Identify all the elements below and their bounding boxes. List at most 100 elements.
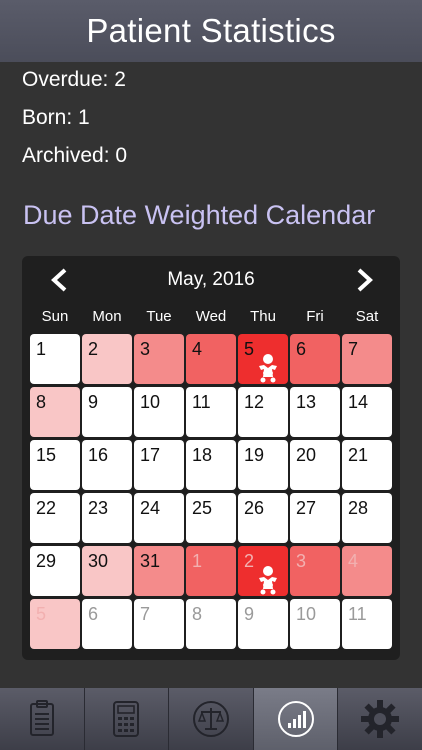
tab-settings[interactable]	[338, 688, 422, 750]
calendar-day-cell[interactable]: 31	[134, 546, 184, 596]
day-number: 1	[36, 339, 47, 359]
calendar-day-cell[interactable]: 3	[134, 334, 184, 384]
day-number: 5	[244, 339, 255, 359]
calendar-title: Due Date Weighted Calendar	[23, 200, 376, 230]
calendar-day-cell[interactable]: 8	[30, 387, 80, 437]
day-number: 9	[88, 392, 99, 412]
calendar-day-cell[interactable]: 5	[238, 334, 288, 384]
page-title: Patient Statistics	[86, 12, 336, 49]
day-number: 5	[36, 604, 47, 624]
next-month-button[interactable]	[352, 268, 376, 292]
overdue-count: Overdue: 2	[22, 68, 126, 91]
weekday-label: Wed	[195, 308, 227, 325]
calendar-day-cell[interactable]: 19	[238, 440, 288, 490]
calendar-day-cell[interactable]: 9	[238, 599, 288, 649]
calendar-day-cell[interactable]: 15	[30, 440, 80, 490]
calendar-day-cell[interactable]: 1	[186, 546, 236, 596]
tab-bar	[0, 688, 422, 750]
archived-count: Archived: 0	[22, 144, 128, 167]
day-number: 6	[88, 604, 99, 624]
day-number: 18	[192, 445, 213, 465]
calendar-day-cell[interactable]: 9	[82, 387, 132, 437]
calendar-day-cell[interactable]: 4	[342, 546, 392, 596]
day-number: 31	[140, 551, 161, 571]
nav-header: Patient Statistics	[0, 0, 422, 62]
calendar-day-cell[interactable]: 30	[82, 546, 132, 596]
tab-patients[interactable]	[0, 688, 85, 750]
day-number: 12	[244, 392, 265, 412]
calendar-day-cell[interactable]: 10	[134, 387, 184, 437]
weekday-label: Tue	[146, 308, 172, 325]
weekday-label: Sat	[355, 308, 379, 325]
calendar-day-cell[interactable]: 28	[342, 493, 392, 543]
day-number: 7	[348, 339, 359, 359]
calendar-day-cell[interactable]: 20	[290, 440, 340, 490]
calendar-day-cell[interactable]: 4	[186, 334, 236, 384]
calendar-day-cell[interactable]: 2	[238, 546, 288, 596]
calendar-day-cell[interactable]: 6	[82, 599, 132, 649]
day-number: 3	[140, 339, 151, 359]
day-number: 15	[36, 445, 57, 465]
calendar-day-cell[interactable]: 7	[134, 599, 184, 649]
chevron-right-icon	[357, 268, 373, 292]
calendar-day-cell[interactable]: 24	[134, 493, 184, 543]
calendar-day-cell[interactable]: 16	[82, 440, 132, 490]
tab-calculator[interactable]	[85, 688, 170, 750]
born-count: Born: 1	[22, 106, 90, 129]
day-number: 25	[192, 498, 213, 518]
calendar-day-cell[interactable]: 1	[30, 334, 80, 384]
calendar-day-cell[interactable]: 12	[238, 387, 288, 437]
calendar-day-cell[interactable]: 18	[186, 440, 236, 490]
calendar-day-cell[interactable]: 22	[30, 493, 80, 543]
calendar-day-cell[interactable]: 7	[342, 334, 392, 384]
weekday-label: Thu	[250, 308, 276, 325]
calendar-day-cell[interactable]: 13	[290, 387, 340, 437]
month-label: May, 2016	[167, 269, 255, 290]
calendar-day-cell[interactable]: 17	[134, 440, 184, 490]
day-number: 27	[296, 498, 317, 518]
calendar-day-cell[interactable]: 3	[290, 546, 340, 596]
day-number: 10	[140, 392, 161, 412]
day-number: 16	[88, 445, 109, 465]
calculator-icon	[113, 701, 140, 737]
gear-icon	[361, 700, 400, 738]
calendar-day-cell[interactable]: 10	[290, 599, 340, 649]
calendar-day-cell[interactable]: 21	[342, 440, 392, 490]
weekday-label: Fri	[306, 308, 324, 325]
calendar-day-cell[interactable]: 26	[238, 493, 288, 543]
day-number: 19	[244, 445, 265, 465]
day-number: 23	[88, 498, 109, 518]
due-date-calendar: May, 2016 Sun Mon Tue Wed Thu Fri Sat 12345678…	[22, 256, 400, 660]
day-number: 30	[88, 551, 109, 571]
calendar-day-cell[interactable]: 23	[82, 493, 132, 543]
calendar-day-cell[interactable]: 14	[342, 387, 392, 437]
day-number: 2	[88, 339, 99, 359]
calendar-day-cell[interactable]: 29	[30, 546, 80, 596]
baby-icon-wrapper	[255, 353, 281, 383]
calendar-day-cell[interactable]: 6	[290, 334, 340, 384]
day-number: 10	[296, 604, 317, 624]
day-number: 21	[348, 445, 369, 465]
calendar-day-cell[interactable]: 5	[30, 599, 80, 649]
day-number: 8	[36, 392, 47, 412]
calendar-day-cell[interactable]: 8	[186, 599, 236, 649]
day-number: 26	[244, 498, 265, 518]
day-number: 6	[296, 339, 307, 359]
calendar-nav: May, 2016	[22, 256, 400, 302]
calendar-day-cell[interactable]: 2	[82, 334, 132, 384]
calendar-day-cell[interactable]: 25	[186, 493, 236, 543]
clipboard-icon	[29, 700, 54, 736]
calendar-day-cell[interactable]: 11	[186, 387, 236, 437]
tab-statistics[interactable]	[253, 688, 339, 750]
weekday-label: Mon	[92, 308, 122, 325]
day-number: 3	[296, 551, 307, 571]
calendar-day-cell[interactable]: 11	[342, 599, 392, 649]
day-number: 7	[140, 604, 151, 624]
tab-scale[interactable]	[169, 688, 254, 750]
day-number: 20	[296, 445, 317, 465]
day-number: 11	[348, 604, 367, 624]
calendar-day-cell[interactable]: 27	[290, 493, 340, 543]
scale-icon	[192, 701, 229, 737]
day-number: 8	[192, 604, 203, 624]
day-number: 29	[36, 551, 57, 571]
